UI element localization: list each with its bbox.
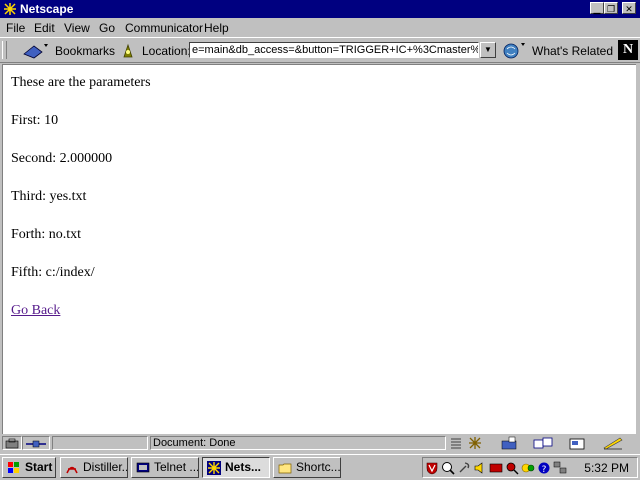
netscape-logo-icon[interactable]: N (618, 40, 638, 60)
restore-button[interactable]: ❐ (604, 2, 618, 14)
location-input[interactable]: e=main&db_access=&button=TRIGGER+IC+%3Cm… (189, 42, 479, 58)
mail-icon[interactable] (500, 436, 520, 450)
title-bar[interactable]: Netscape ▁ ❐ ✕ (0, 0, 640, 18)
telnet-icon (136, 462, 150, 473)
menu-lines-icon[interactable] (450, 437, 462, 449)
system-tray: ? 5:32 PM (422, 457, 638, 478)
groups-icon[interactable] (532, 436, 554, 450)
connection-plug-icon (26, 440, 46, 448)
pen-icon[interactable] (602, 436, 624, 450)
location-dropdown-button[interactable]: ▼ (480, 42, 496, 58)
taskbar-item-distiller[interactable]: Distiller... (60, 457, 128, 478)
minimize-button[interactable]: ▁ (590, 2, 604, 14)
taskbar-item-label: Nets... (225, 460, 262, 474)
menu-bar: File Edit View Go Communicator Help (0, 18, 640, 37)
clock[interactable]: 5:32 PM (584, 461, 629, 475)
taskbar-item-telnet[interactable]: Telnet ... (131, 457, 199, 478)
dropdown-arrow-icon: ▼ (484, 45, 492, 54)
status-panel: Document: Done (150, 436, 446, 450)
acrobat-icon (66, 466, 78, 474)
taskbar-item-netscape[interactable]: Nets... (202, 457, 270, 478)
param-first: First: 10 (11, 113, 59, 128)
go-back-link[interactable]: Go Back (11, 303, 60, 318)
page-heading: These are the parameters (11, 75, 151, 90)
status-bar: Document: Done (0, 435, 640, 452)
network-computers-icon[interactable] (553, 461, 567, 475)
close-icon: ✕ (625, 4, 633, 14)
folder-icon (278, 463, 292, 474)
taskbar-item-label: Distiller... (83, 460, 128, 474)
bookmarks-button[interactable]: Bookmarks (55, 44, 115, 58)
whats-related-button[interactable]: What's Related (532, 44, 613, 58)
taskbar-item-label: Telnet ... (154, 460, 199, 474)
netscape-icon (207, 461, 221, 475)
navigator-icon[interactable] (467, 436, 483, 450)
taskbar-item-label: Shortc... (296, 460, 341, 474)
param-second: Second: 2.000000 (11, 151, 113, 166)
taskbar-item-shortcut[interactable]: Shortc... (273, 457, 341, 478)
security-icon (5, 438, 19, 449)
security-panel[interactable] (2, 436, 22, 450)
whats-related-icon[interactable] (502, 41, 528, 61)
menu-file[interactable]: File (6, 21, 25, 35)
param-third: Third: yes.txt (11, 189, 87, 204)
menu-help[interactable]: Help (204, 21, 229, 35)
windows-logo-icon (8, 462, 19, 473)
menu-view[interactable]: View (64, 21, 90, 35)
restore-icon: ❐ (606, 4, 616, 14)
tray-search-icon[interactable] (505, 461, 519, 475)
menu-go[interactable]: Go (99, 21, 115, 35)
menu-edit[interactable]: Edit (34, 21, 55, 35)
antivirus-shield-icon[interactable] (425, 461, 439, 475)
status-text: Document: Done (153, 437, 236, 449)
toolbar-grip[interactable] (2, 41, 7, 59)
param-forth: Forth: no.txt (11, 227, 82, 242)
composer-icon[interactable] (568, 436, 588, 450)
tray-help-icon[interactable]: ? (537, 461, 551, 475)
svg-text:?: ? (542, 465, 547, 475)
tray-chat-icon[interactable] (521, 461, 535, 475)
menu-communicator[interactable]: Communicator (125, 21, 203, 35)
start-label: Start (25, 460, 53, 474)
connection-panel[interactable] (22, 436, 50, 450)
magnifier-clock-icon[interactable] (441, 461, 455, 475)
volume-speaker-icon[interactable] (473, 461, 487, 475)
location-toolbar: Bookmarks Location: e=main&db_access=&bu… (0, 37, 640, 63)
location-label: Location: (142, 44, 191, 58)
progress-panel (52, 436, 148, 450)
netscape-app-icon (3, 2, 17, 16)
tray-tool-icon[interactable] (457, 461, 471, 475)
location-icon[interactable] (120, 43, 136, 59)
tray-monitor-icon[interactable] (489, 461, 503, 475)
close-button[interactable]: ✕ (622, 2, 636, 14)
page-content: These are the parameters First: 10 Secon… (2, 64, 636, 434)
minimize-icon: ▁ (593, 4, 601, 14)
bookmarks-icon[interactable] (22, 42, 50, 60)
start-button[interactable]: Start (2, 457, 56, 478)
window-title: Netscape (20, 2, 74, 16)
param-fifth: Fifth: c:/index/ (11, 265, 95, 280)
taskbar: Start Distiller... Telnet ... Nets... Sh… (0, 454, 640, 480)
